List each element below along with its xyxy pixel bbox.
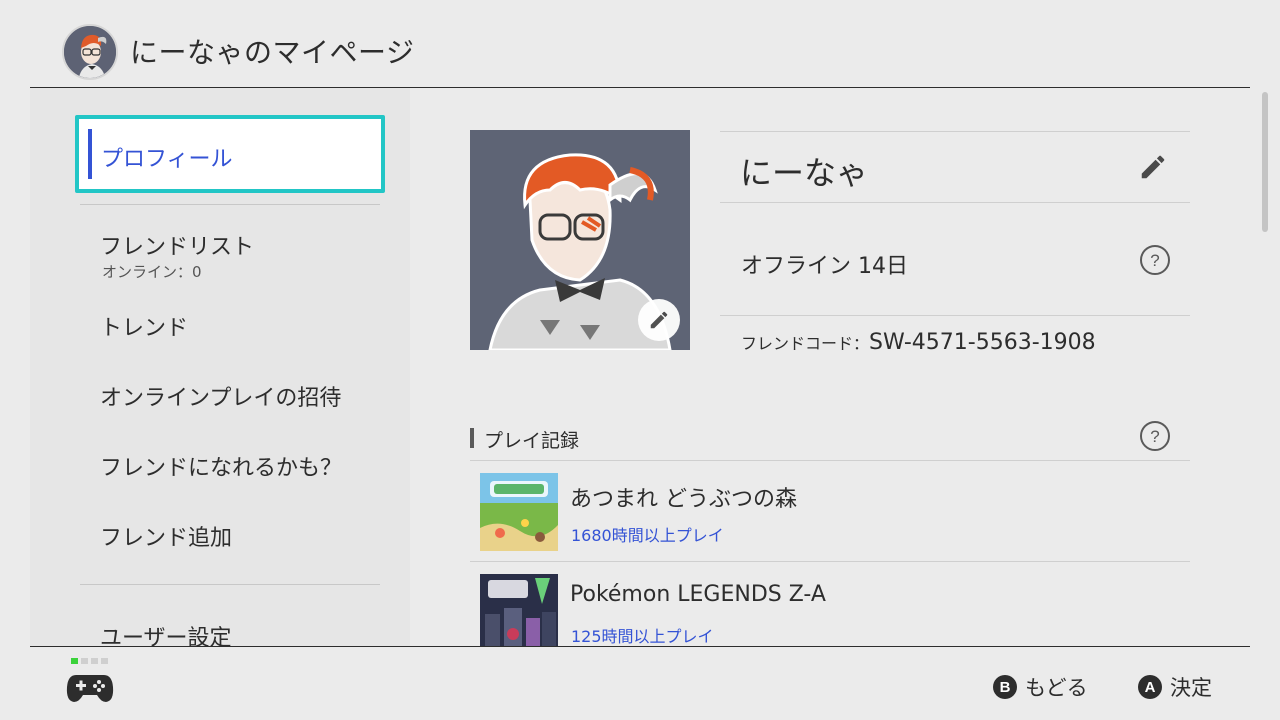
a-button-icon: A xyxy=(1138,675,1162,699)
svg-text:?: ? xyxy=(1150,251,1159,270)
selection-indicator xyxy=(88,129,92,179)
help-button[interactable]: ? xyxy=(1139,244,1171,276)
game-thumbnail xyxy=(480,574,558,646)
play-records-help-button[interactable]: ? xyxy=(1139,420,1171,452)
pencil-icon xyxy=(1141,155,1165,179)
friend-code-separator: ： xyxy=(853,334,870,353)
sidebar-divider xyxy=(80,204,380,205)
player-dot xyxy=(81,658,88,664)
online-count: オンライン：0 xyxy=(102,263,202,281)
online-status: オフライン 14日 xyxy=(741,254,908,279)
edit-icon[interactable] xyxy=(638,299,680,341)
play-records-title: プレイ記録 xyxy=(470,426,579,453)
question-icon: ? xyxy=(1140,245,1170,275)
nickname: にーなゃ xyxy=(740,154,869,192)
sidebar-item-online-invite[interactable]: オンラインプレイの招待 xyxy=(100,380,341,412)
friend-code-value: SW-4571-5563-1908 xyxy=(869,330,1096,355)
info-divider xyxy=(720,202,1190,203)
info-divider xyxy=(720,131,1190,132)
game-play-time: 125時間以上プレイ xyxy=(571,627,714,646)
back-label: もどる xyxy=(1025,676,1088,700)
b-button-icon: B xyxy=(993,675,1017,699)
sidebar-item-add-friend[interactable]: フレンド追加 xyxy=(100,520,232,552)
page-title: にーなゃのマイページ xyxy=(130,36,415,69)
friend-code: フレンドコード：SW-4571-5563-1908 xyxy=(741,330,1096,355)
footer-divider xyxy=(30,646,1250,647)
sidebar-item-suggested-friends[interactable]: フレンドになれるかも？ xyxy=(100,450,342,482)
confirm-button[interactable]: A 決定 xyxy=(1138,672,1212,702)
info-divider xyxy=(720,315,1190,316)
player-dot xyxy=(91,658,98,664)
back-button[interactable]: B もどる xyxy=(993,672,1088,702)
edit-nickname-button[interactable] xyxy=(1138,152,1168,182)
sidebar-item-trend[interactable]: トレンド xyxy=(100,310,188,342)
page-header: にーなゃのマイページ xyxy=(0,0,1280,88)
game-art-image xyxy=(480,473,558,551)
sidebar-divider xyxy=(80,584,380,585)
game-record-row[interactable]: あつまれ どうぶつの森 1680時間以上プレイ xyxy=(470,461,1190,561)
controller-icon xyxy=(66,669,114,705)
game-title: Pokémon LEGENDS Z-A xyxy=(570,582,826,607)
sidebar-item-friend-list[interactable]: フレンドリスト xyxy=(100,229,254,261)
game-title: あつまれ どうぶつの森 xyxy=(570,487,797,512)
sidebar: プロフィール フレンドリスト オンライン：0 トレンド オンラインプレイの招待 … xyxy=(30,88,410,646)
game-play-time: 1680時間以上プレイ xyxy=(571,526,724,545)
gamepad-icon xyxy=(66,675,114,702)
player-indicator xyxy=(71,658,108,664)
game-thumbnail xyxy=(480,473,558,551)
svg-text:?: ? xyxy=(1150,427,1159,446)
scrollbar[interactable] xyxy=(1262,92,1268,232)
game-record-row[interactable]: Pokémon LEGENDS Z-A 125時間以上プレイ xyxy=(470,562,1190,646)
question-icon: ? xyxy=(1140,421,1170,451)
avatar-image xyxy=(64,26,116,78)
friend-code-label: フレンドコード xyxy=(741,334,854,353)
sidebar-item-profile[interactable]: プロフィール xyxy=(75,115,385,193)
profile-panel: にーなゃ オフライン 14日 ? フレンドコード：SW-4571-5563-19… xyxy=(410,88,1250,646)
player-dot xyxy=(101,658,108,664)
player-dot-active xyxy=(71,658,78,664)
confirm-label: 決定 xyxy=(1170,676,1212,700)
pencil-icon xyxy=(650,311,668,329)
sidebar-item-label: プロフィール xyxy=(101,147,233,172)
game-art-image xyxy=(480,574,558,646)
user-avatar[interactable] xyxy=(62,24,118,80)
sidebar-item-user-settings[interactable]: ユーザー設定 xyxy=(100,620,232,646)
